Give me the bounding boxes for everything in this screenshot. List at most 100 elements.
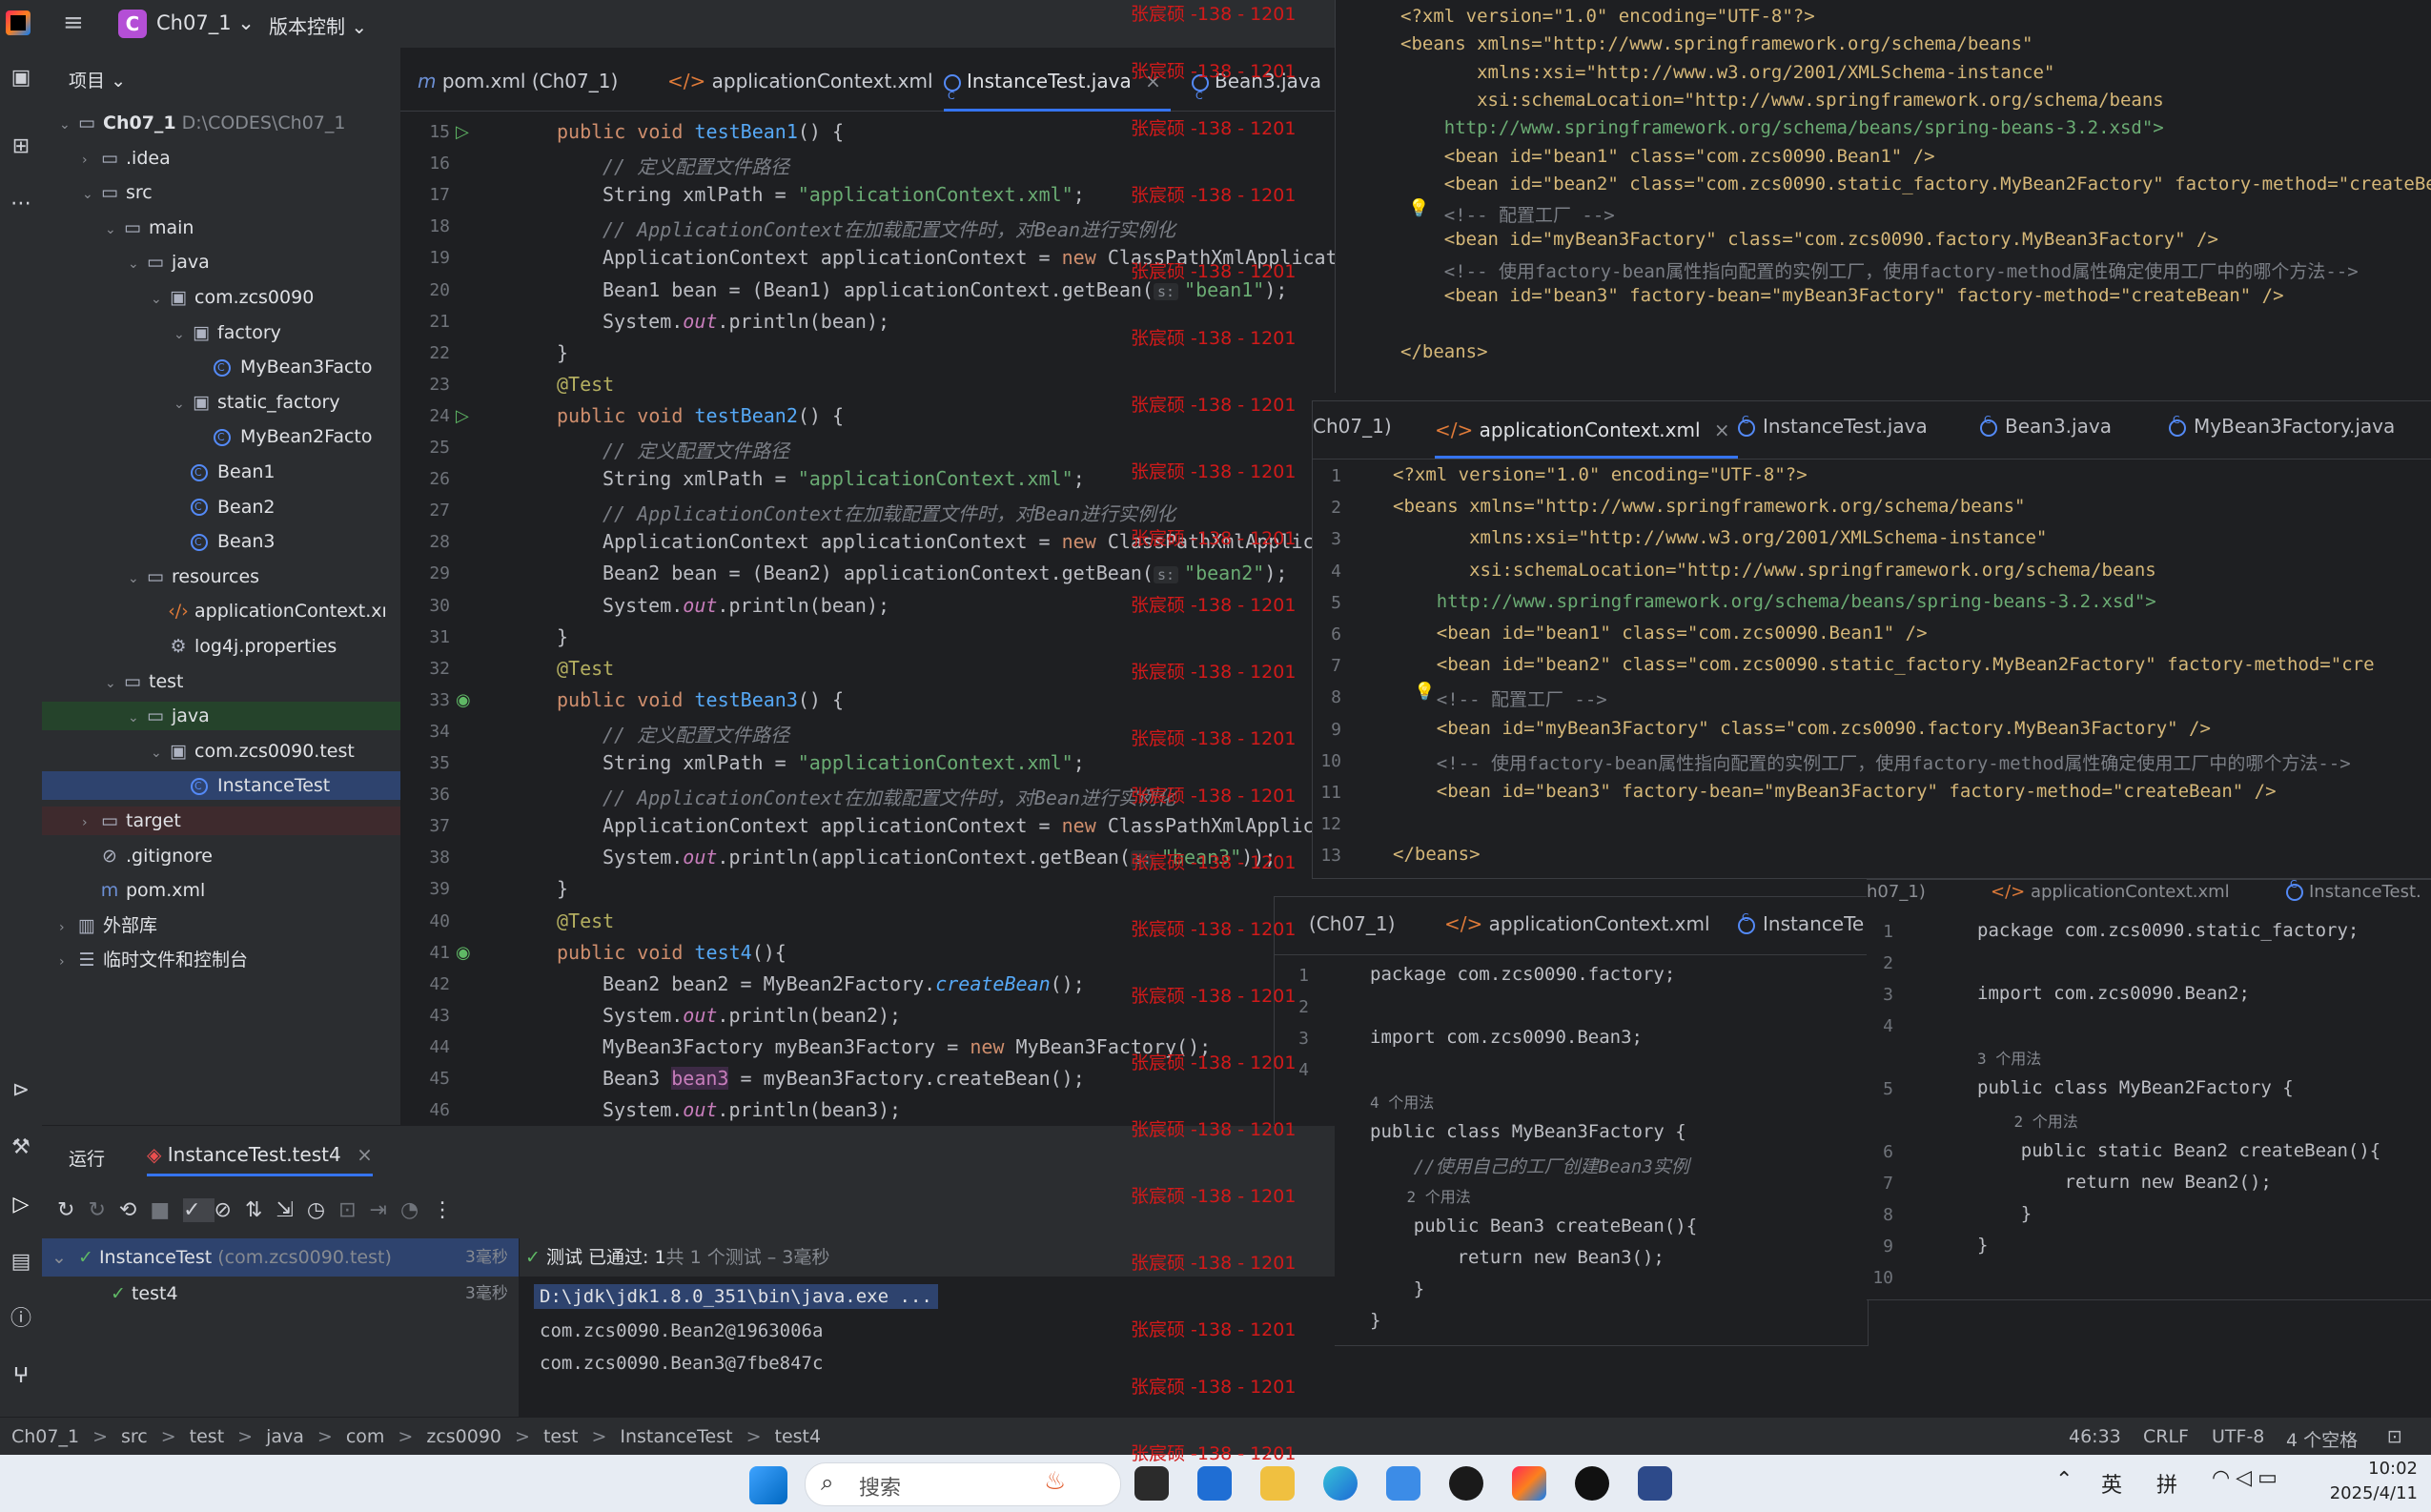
tree-item[interactable]: ⌄ ▣ com.zcs0090 [42, 283, 400, 312]
breadcrumb-item[interactable]: test [190, 1426, 225, 1447]
close-icon[interactable]: × [357, 1143, 373, 1166]
file-encoding[interactable]: UTF-8 [2212, 1426, 2264, 1447]
code-line[interactable]: String xmlPath = "applicationContext.xml… [603, 183, 1085, 206]
chevron-down-icon[interactable]: ⌄ [128, 250, 145, 278]
code-line[interactable]: // ApplicationContext在加载配置文件时，对Bean进行实例化 [603, 499, 1175, 526]
tree-item[interactable]: ⌄ ▭ java [42, 702, 400, 731]
ime-mode[interactable]: 英 [2101, 1468, 2122, 1499]
tab-pom-partial[interactable]: h07_1) [1867, 882, 1926, 902]
code-line[interactable]: MyBean3Factory myBean3Factory = new MyBe… [603, 1035, 1211, 1058]
show-ignored-icon[interactable]: ⊘ [214, 1198, 245, 1222]
tree-item[interactable]: ⊘ .gitignore [42, 842, 400, 870]
ime-pinyin[interactable]: 拼 [2156, 1468, 2177, 1499]
tab-instance-test[interactable]: InstanceTest. [2286, 880, 2421, 902]
code-line[interactable]: http://www.springframework.org/schema/be… [1393, 591, 2156, 612]
main-menu-icon[interactable]: ≡ [63, 10, 88, 35]
tree-item[interactable]: Bean2 [42, 493, 400, 521]
code-line[interactable]: <beans xmlns="http://www.springframework… [1393, 496, 2025, 517]
chevron-right-icon[interactable]: › [82, 808, 99, 837]
tree-item[interactable]: › ▭ target [42, 807, 400, 835]
code-line[interactable]: <bean id="bean2" class="com.zcs0090.stat… [1393, 654, 2375, 675]
clock-date[interactable]: 2025/4/11 [2307, 1483, 2418, 1503]
services-icon[interactable]: ⊳ [8, 1077, 34, 1104]
tree-item[interactable]: › ▭ .idea [42, 144, 400, 173]
tab-pom-partial[interactable]: Ch07_1) [1313, 415, 1392, 438]
tree-item[interactable]: ⌄ ▣ static_factory [42, 388, 400, 417]
chevron-down-icon[interactable]: ⌄ [82, 180, 99, 209]
code-line[interactable]: <bean id="bean1" class="com.zcs0090.Bean… [1400, 146, 1935, 167]
edge-icon[interactable] [1323, 1466, 1358, 1501]
tree-item[interactable]: ⌄ ▣ com.zcs0090.test [42, 737, 400, 766]
line-ending[interactable]: CRLF [2143, 1426, 2189, 1447]
breadcrumb-item[interactable]: test [543, 1426, 579, 1447]
breadcrumb-item[interactable]: test4 [775, 1426, 822, 1447]
code-line[interactable]: System.out.println(bean3); [603, 1098, 901, 1121]
usage-hint[interactable]: 2 个用法 [1977, 1109, 2078, 1132]
stop-icon[interactable]: ■ [150, 1198, 183, 1222]
code-line[interactable]: public void testBean1() { [557, 120, 844, 143]
code-line[interactable]: // 定义配置文件路径 [603, 436, 789, 463]
github-icon[interactable] [1449, 1466, 1483, 1501]
system-tray[interactable]: ◠◁▭ [2212, 1466, 2283, 1490]
breadcrumb-item[interactable]: InstanceTest [620, 1426, 732, 1447]
breadcrumb-item[interactable]: src [121, 1426, 148, 1447]
breadcrumb-item[interactable]: zcs0090 [426, 1426, 501, 1447]
code-line[interactable]: <bean id="bean1" class="com.zcs0090.Bean… [1393, 623, 1928, 644]
qq-icon[interactable] [1575, 1466, 1609, 1501]
bulb-icon[interactable]: 💡 [1414, 682, 1435, 702]
code-line[interactable]: </beans> [1393, 844, 1481, 865]
code-line[interactable]: // ApplicationContext在加载配置文件时，对Bean进行实例化 [603, 215, 1175, 242]
lock-icon[interactable]: ⊡ [2387, 1426, 2402, 1447]
tree-item[interactable]: MyBean2Facto [42, 422, 400, 452]
tree-item[interactable]: ⌄ ▭ src [42, 178, 400, 207]
tree-item[interactable]: MyBean3Facto [42, 353, 400, 382]
structure-icon[interactable]: ⊞ [8, 133, 34, 160]
code-line[interactable]: @Test [557, 909, 614, 932]
toggle-auto-test-icon[interactable]: ⟲ [119, 1198, 150, 1222]
chevron-down-icon[interactable]: ⌄ [151, 739, 168, 767]
code-line[interactable]: System.out.println(bean); [603, 594, 889, 617]
code-line[interactable]: } [557, 341, 568, 364]
tab-application-context[interactable]: </> applicationContext.xml [667, 53, 933, 109]
code-line[interactable]: ApplicationContext applicationContext = … [603, 814, 1315, 837]
code-line[interactable]: import com.zcs0090.Bean2; [1977, 983, 2250, 1004]
more-vertical-icon[interactable]: ⋮ [432, 1198, 466, 1222]
tab-application-context[interactable]: </> applicationContext.xml × [1435, 401, 1738, 459]
code-line[interactable]: } [1370, 1278, 1424, 1299]
vcs-menu[interactable]: 版本控制 ⌄ [269, 11, 367, 39]
code-line[interactable]: public static Bean2 createBean(){ [1977, 1140, 2381, 1161]
tab-pom-partial[interactable]: (Ch07_1) [1309, 912, 1395, 935]
code-line[interactable]: Bean3 bean3 = myBean3Factory.createBean(… [603, 1067, 1085, 1090]
code-line[interactable]: http://www.springframework.org/schema/be… [1400, 117, 2164, 138]
indent-setting[interactable]: 4 个空格 [2286, 1426, 2358, 1452]
caret-position[interactable]: 46:33 [2069, 1426, 2121, 1447]
build-icon[interactable]: ⚒ [8, 1134, 34, 1161]
code-line[interactable]: return new Bean3(); [1370, 1247, 1665, 1268]
code-line[interactable]: return new Bean2(); [1977, 1172, 2272, 1193]
intellij-logo-icon[interactable] [6, 10, 31, 35]
code-line[interactable]: </beans> [1400, 341, 1488, 362]
code-line[interactable]: <?xml version="1.0" encoding="UTF-8"?> [1393, 464, 1808, 485]
code-line[interactable]: <bean id="myBean3Factory" class="com.zcs… [1400, 229, 2218, 250]
code-line[interactable]: <bean id="bean3" factory-bean="myBean3Fa… [1393, 781, 2277, 802]
tree-item[interactable]: ⌄ ▭ java [42, 248, 400, 276]
code-line[interactable]: xsi:schemaLocation="http://www.springfra… [1393, 560, 2156, 581]
code-line[interactable]: import com.zcs0090.Bean3; [1370, 1027, 1643, 1048]
project-switcher[interactable]: Ch07_1 ⌄ [156, 11, 255, 34]
tree-item[interactable]: ⌄ ▭ resources [42, 562, 400, 591]
tab-bean3[interactable]: Bean3.java [1980, 414, 2112, 438]
code-line[interactable]: public void test4(){ [557, 941, 786, 964]
project-folder-icon[interactable]: ▣ [8, 65, 34, 92]
rerun-icon[interactable]: ↻ [57, 1198, 88, 1222]
console-line[interactable]: D:\jdk\jdk1.8.0_351\bin\java.exe ... [534, 1284, 938, 1309]
chevron-down-icon[interactable]: ⌄ [105, 215, 122, 244]
code-line[interactable]: <bean id="bean2" class="com.zcs0090.stat… [1400, 174, 2431, 194]
store-icon[interactable] [1197, 1466, 1232, 1501]
code-line[interactable]: package com.zcs0090.factory; [1370, 964, 1675, 985]
code-line[interactable]: } [557, 625, 568, 648]
taskbar-search[interactable]: ⌕ 搜索 ♨ [805, 1462, 1121, 1506]
collapse-icon[interactable]: ⇲ [276, 1198, 306, 1222]
code-line[interactable]: System.out.println(bean); [603, 310, 889, 333]
code-line[interactable]: <?xml version="1.0" encoding="UTF-8"?> [1400, 6, 1815, 27]
code-line[interactable]: //使用自己的工厂创建Bean3实例 [1370, 1153, 1689, 1178]
